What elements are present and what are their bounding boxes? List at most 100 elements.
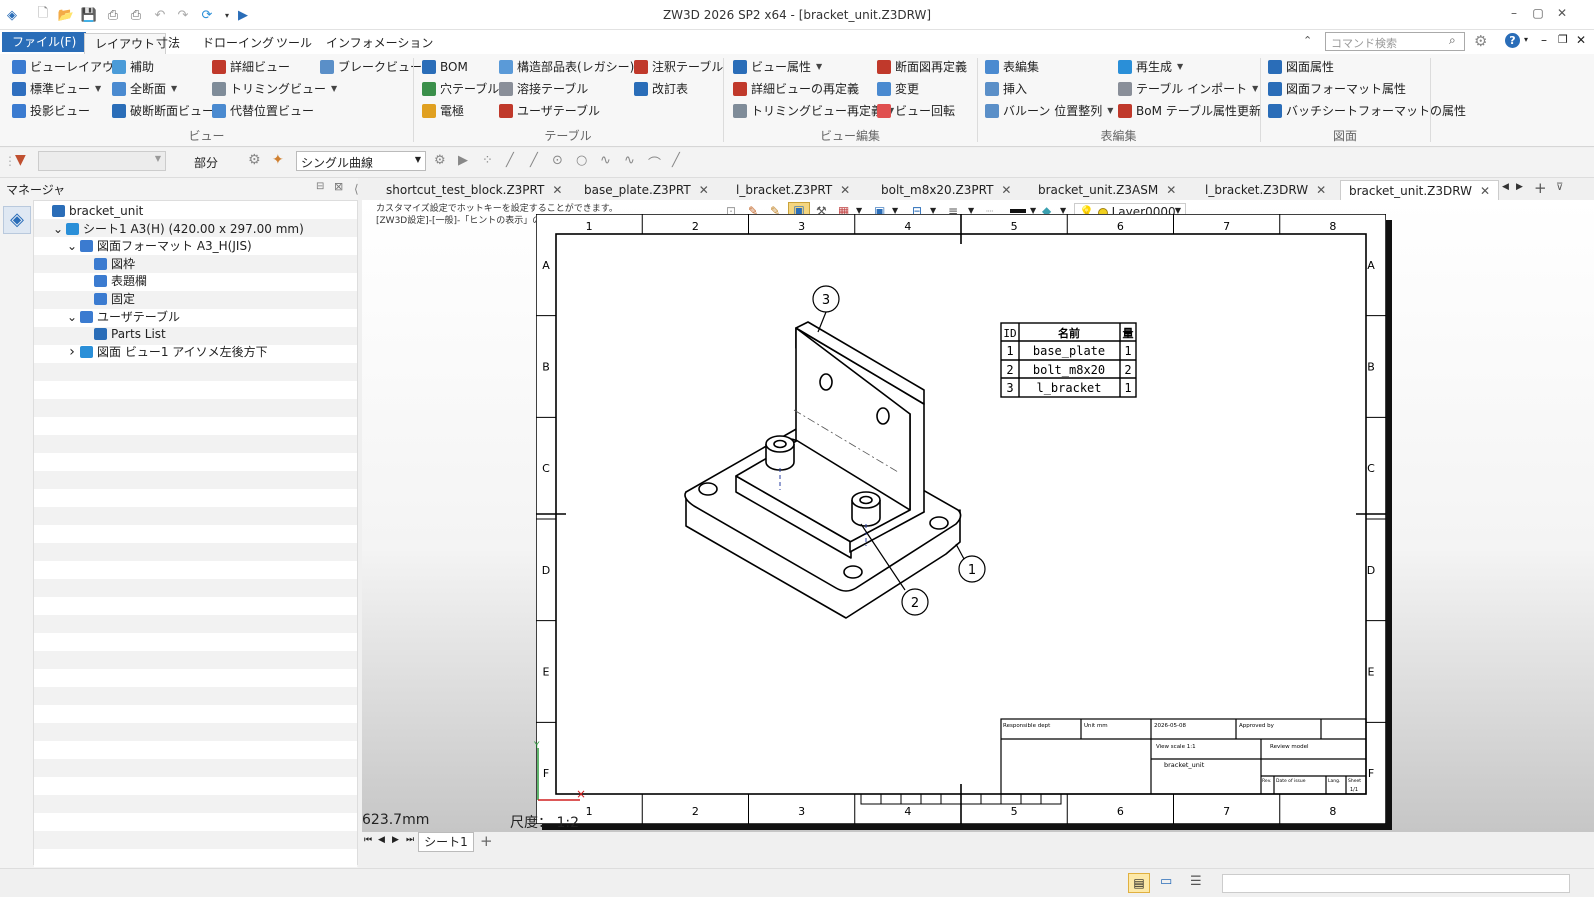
standard-view-button[interactable]: 標準ビュー ▼ [12,79,101,99]
command-search-input[interactable]: コマンド検索 [1325,32,1465,51]
tree-item[interactable]: Parts List [80,325,400,343]
close-tab-icon[interactable]: ✕ [1166,183,1176,197]
full-section-button[interactable]: 全断面 ▼ [112,79,177,99]
projection-view-button[interactable]: 投影ビュー [12,101,90,121]
electrode-button[interactable]: 電極 [422,101,464,121]
close-tab-icon[interactable]: ✕ [699,183,709,197]
new-tab-icon[interactable]: + [1534,179,1547,197]
status-display-icon[interactable]: ▭ [1160,874,1172,889]
settings-gear-icon[interactable]: ⚙ [1474,32,1487,50]
tab-shortcut-test-block[interactable]: shortcut_test_block.Z3PRT ✕ [378,180,570,200]
tab-base-plate[interactable]: base_plate.Z3PRT ✕ [576,180,717,200]
search-icon[interactable]: ⌕ [1449,33,1456,48]
broken-section-view-button[interactable]: 破断断面ビュー [112,101,214,121]
arc-icon[interactable]: ⌒ [648,153,661,172]
close-tab-icon[interactable]: ✕ [552,183,562,197]
redefine-detail-view-button[interactable]: 詳細ビューの再定義 [733,79,859,99]
tab-dimension[interactable]: 寸法 [146,33,190,54]
drawing-canvas[interactable]: カスタマイズ設定でホットキーを設定することができます。 [ZW3D設定]-[一般… [362,200,1594,832]
pick-mode-icon[interactable]: ✦ [272,152,284,168]
help-icon[interactable]: ? [1505,33,1520,48]
play-icon[interactable]: ▶ [458,153,468,168]
file-menu[interactable]: ファイル(F) [2,32,87,52]
status-list-icon[interactable]: ☰ [1190,874,1202,889]
close-tab-icon[interactable]: ✕ [1001,183,1011,197]
first-sheet-icon[interactable]: ⏮ [364,835,372,845]
snap-icon[interactable]: ⚙ [434,153,446,168]
assembly-manager-tab-icon[interactable]: ◈ [3,206,31,234]
line-icon[interactable]: ╱ [506,153,514,168]
doc-restore-icon[interactable]: ❐ [1558,33,1568,46]
collapse-ribbon-icon[interactable]: ⌃ [1303,34,1312,47]
add-sheet-icon[interactable]: + [480,832,493,850]
auxiliary-view-button[interactable]: 補助 [112,57,154,77]
hole-table-button[interactable]: 穴テーブル [422,79,499,99]
tree-item[interactable]: › 図面 ビュー1 アイソメ左後方下 [66,343,386,361]
help-dropdown-icon[interactable]: ▾ [1524,35,1528,44]
last-sheet-icon[interactable]: ⏭ [406,835,414,845]
command-input[interactable] [1222,874,1570,893]
tab-list-icon[interactable]: ⊽ [1556,182,1563,193]
redefine-section-button[interactable]: 断面図再定義 [877,57,967,77]
break-view-button[interactable]: ブレークビュー [320,57,422,77]
tabs-scroll-icon[interactable]: ⟨ [354,182,359,196]
panel-pin-icon[interactable]: ⊟ [316,181,324,192]
tab-left-arrow-icon[interactable]: ◀ [1502,182,1509,192]
tree-item[interactable]: 図枠 [80,255,400,273]
detail-view-button[interactable]: 詳細ビュー [212,57,290,77]
tree-item[interactable]: ⌄ ユーザテーブル [66,308,386,326]
line-end-icon[interactable]: ╱ [530,153,538,168]
panel-close-icon[interactable]: ⊠ [334,180,343,193]
collapse-icon[interactable]: ⌄ [66,308,78,326]
structure-parts-list-button[interactable]: 構造部品表(レガシー) [499,57,634,77]
rotate-view-button[interactable]: ビュー回転 [877,101,955,121]
regenerate-table-button[interactable]: 再生成 ▼ [1118,57,1183,77]
center-icon[interactable]: ⊙ [552,153,563,168]
points-icon[interactable]: ⁘ [482,153,493,168]
tree-item[interactable]: bracket_unit [38,202,358,220]
drawing-attributes-button[interactable]: 図面属性 [1268,57,1334,77]
tab-bolt-m8x20[interactable]: bolt_m8x20.Z3PRT ✕ [873,180,1019,200]
drawing-format-attributes-button[interactable]: 図面フォーマット属性 [1268,79,1406,99]
alternate-position-view-button[interactable]: 代替位置ビュー [212,101,314,121]
tangent-icon[interactable]: ╱ [672,153,680,168]
circle-icon[interactable]: ○ [576,153,587,168]
close-tab-icon[interactable]: ✕ [1316,183,1326,197]
filter-dropdown[interactable]: ▼ [38,151,166,171]
maximize-icon[interactable]: ▢ [1528,6,1548,24]
tab-tools[interactable]: ツール [266,33,322,54]
collapse-icon[interactable]: ⌄ [52,220,64,238]
tree-item[interactable]: 固定 [80,290,400,308]
revision-table-button[interactable]: 改訂表 [634,79,688,99]
view-layout-button[interactable]: ビューレイアウト [12,57,126,77]
curve-mode-select[interactable]: シングル曲線 ▼ [296,151,426,171]
tree-item[interactable]: ⌄ 図面フォーマット A3_H(JIS) [66,237,386,255]
close-window-icon[interactable]: ✕ [1552,6,1572,24]
trimming-view-button[interactable]: トリミングビュー ▼ [212,79,337,99]
expand-icon[interactable]: › [66,343,78,361]
bom-button[interactable]: BOM [422,57,468,77]
filter-icon[interactable]: ▼ [15,152,26,168]
table-import-button[interactable]: テーブル インポート ▼ [1118,79,1258,99]
redefine-trimming-view-button[interactable]: トリミングビュー再定義 ▼ [733,101,894,121]
next-sheet-icon[interactable]: ▶ [392,835,399,845]
tab-bracket-unit-asm[interactable]: bracket_unit.Z3ASM ✕ [1030,180,1184,200]
sheet-tab-1[interactable]: シート1 [418,832,474,852]
tab-bracket-unit-drw[interactable]: bracket_unit.Z3DRW ✕ [1340,180,1500,200]
pick-filter-icon[interactable]: ⚙ [248,152,261,168]
view-attributes-button[interactable]: ビュー属性 ▼ [733,57,822,77]
spline-icon[interactable]: ∿ [624,153,635,168]
batch-sheet-format-button[interactable]: バッチシートフォーマットの属性 [1268,101,1466,121]
user-table-button[interactable]: ユーザテーブル [499,101,600,121]
tree-item[interactable]: ⌄ シート1 A3(H) (420.00 x 297.00 mm) [52,220,372,238]
line-weight-icon[interactable] [1010,209,1026,213]
close-tab-icon[interactable]: ✕ [840,183,850,197]
weld-table-button[interactable]: 溶接テーブル [499,79,588,99]
tab-l-bracket-part[interactable]: l_bracket.Z3PRT ✕ [728,180,858,200]
edit-table-button[interactable]: 表編集 [985,57,1039,77]
modify-view-button[interactable]: 変更 [877,79,919,99]
tab-right-arrow-icon[interactable]: ▶ [1516,182,1523,192]
balloon-align-button[interactable]: バルーン 位置整列 ▼ [985,101,1113,121]
drawing-sheet[interactable]: 1122334455667788A AB BC CD DE EF F 3 2 1… [536,214,1386,824]
status-layout-icon[interactable]: ▤ [1128,873,1150,893]
